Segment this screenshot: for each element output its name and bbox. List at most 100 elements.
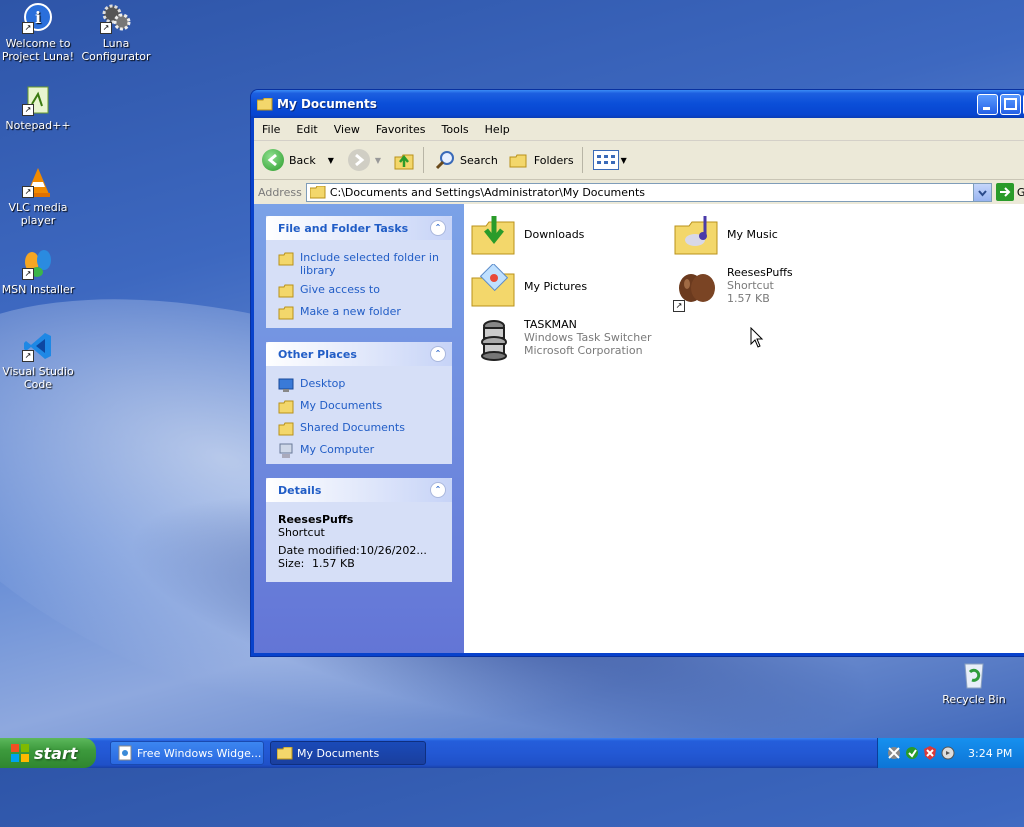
back-dropdown-icon[interactable]: ▼ <box>328 156 334 165</box>
file-item-downloads[interactable]: Downloads <box>470 212 584 260</box>
clock[interactable]: 3:24 PM <box>968 747 1012 760</box>
explorer-window[interactable]: My Documents File Edit View Favorites To… <box>250 89 1024 657</box>
menu-bar: File Edit View Favorites Tools Help <box>254 118 1024 141</box>
taskbar-item-my-documents[interactable]: My Documents <box>270 741 426 765</box>
panel-header[interactable]: Other Places ⌃ <box>266 342 452 366</box>
start-label: start <box>34 743 78 763</box>
browser-page-icon <box>117 745 133 761</box>
back-button[interactable]: Back ▼ <box>262 149 334 171</box>
place-shared-documents[interactable]: Shared Documents <box>266 418 452 440</box>
desktop-icon-label: Configurator <box>81 50 151 63</box>
task-make-new-folder[interactable]: Make a new folder <box>266 302 452 324</box>
menu-help[interactable]: Help <box>477 123 518 136</box>
desktop-icon-label: Recycle Bin <box>942 693 1006 706</box>
reesespuffs-icon: ↗ <box>673 264 721 312</box>
desktop-icon-recycle-bin[interactable]: Recycle Bin <box>936 658 1012 706</box>
go-button[interactable]: Go <box>995 183 1024 201</box>
folders-icon <box>508 149 530 171</box>
desktop-icon-notepadpp[interactable]: ↗ Notepad++ <box>0 84 76 132</box>
taskbar-item-widgets[interactable]: Free Windows Widge... <box>110 741 264 765</box>
desktop-icon-vscode[interactable]: ↗ Visual Studio Code <box>0 330 76 391</box>
info-icon: i ↗ <box>22 2 54 34</box>
tray-update-icon[interactable] <box>904 745 920 761</box>
menu-file[interactable]: File <box>254 123 288 136</box>
place-my-documents[interactable]: My Documents <box>266 396 452 418</box>
forward-button[interactable]: ▼ <box>347 149 381 171</box>
place-desktop[interactable]: Desktop <box>266 374 452 396</box>
svg-text:i: i <box>35 8 41 27</box>
windows-logo-icon <box>10 743 30 763</box>
window-title: My Documents <box>277 97 377 111</box>
menu-favorites[interactable]: Favorites <box>368 123 434 136</box>
folders-button[interactable]: Folders <box>508 149 574 171</box>
desktop-icon-label: VLC media <box>8 201 68 214</box>
recycle-bin-icon <box>958 658 990 690</box>
desktop-icon <box>278 377 294 393</box>
desktop-icon-label: Visual Studio <box>2 365 74 378</box>
window-titlebar[interactable]: My Documents <box>251 90 1024 118</box>
tray-tools-icon[interactable] <box>886 745 902 761</box>
menu-view[interactable]: View <box>326 123 368 136</box>
minimize-button[interactable] <box>977 94 998 115</box>
desktop-icon-label: Welcome to <box>5 37 71 50</box>
desktop-icon-luna-configurator[interactable]: ↗ Luna Configurator <box>78 2 154 63</box>
gears-icon: ↗ <box>100 2 132 34</box>
file-item-my-music[interactable]: My Music <box>673 212 778 260</box>
task-give-access[interactable]: Give access to <box>266 280 452 302</box>
collapse-chevron-icon[interactable]: ⌃ <box>430 346 446 362</box>
panel-header[interactable]: Details ⌃ <box>266 478 452 502</box>
panel-header[interactable]: File and Folder Tasks ⌃ <box>266 216 452 240</box>
tray-volume-icon[interactable] <box>940 745 956 761</box>
file-item-reesespuffs[interactable]: ↗ ReesesPuffs Shortcut 1.57 KB <box>673 264 793 312</box>
system-tray: 3:24 PM <box>877 738 1024 768</box>
file-item-taskman[interactable]: TASKMAN Windows Task Switcher Microsoft … <box>470 316 652 364</box>
collapse-chevron-icon[interactable]: ⌃ <box>430 220 446 236</box>
tray-security-alert-icon[interactable] <box>922 745 938 761</box>
details-size-label: Size: <box>278 557 305 570</box>
desktop-icon-vlc[interactable]: ↗ VLC media player <box>0 166 76 227</box>
downloads-folder-icon <box>470 212 518 260</box>
place-my-computer[interactable]: My Computer <box>266 440 452 462</box>
forward-dropdown-icon[interactable]: ▼ <box>375 156 381 165</box>
views-icon <box>592 150 619 170</box>
up-folder-button[interactable] <box>393 149 415 171</box>
vscode-icon: ↗ <box>22 330 54 362</box>
file-list: Downloads My Music My Pictures ↗ ReesesP… <box>464 204 1024 653</box>
toolbar: Back ▼ ▼ Search Folders ▼ <box>254 141 1024 180</box>
desktop-icon-welcome[interactable]: i ↗ Welcome to Project Luna! <box>0 2 76 63</box>
desktop-icon-msn-installer[interactable]: ↗ MSN Installer <box>0 248 76 296</box>
collapse-chevron-icon[interactable]: ⌃ <box>430 482 446 498</box>
desktop-icon-label: player <box>20 214 56 227</box>
library-folder-icon <box>278 251 294 267</box>
notepad-plus-plus-icon: ↗ <box>22 84 54 116</box>
folders-label: Folders <box>533 153 574 167</box>
maximize-button[interactable] <box>1000 94 1021 115</box>
share-folder-icon <box>278 283 294 299</box>
window-content: File and Folder Tasks ⌃ Include selected… <box>254 204 1024 653</box>
menu-tools[interactable]: Tools <box>434 123 477 136</box>
details-size-value: 1.57 KB <box>312 557 355 570</box>
views-dropdown-icon: ▼ <box>620 155 627 165</box>
search-label: Search <box>460 153 498 167</box>
shortcut-arrow-icon: ↗ <box>22 104 34 116</box>
forward-arrow-icon <box>347 149 370 171</box>
task-include-in-library[interactable]: Include selected folder in library <box>266 248 452 280</box>
menu-edit[interactable]: Edit <box>288 123 325 136</box>
details-panel: Details ⌃ ReesesPuffs Shortcut Date modi… <box>266 478 452 582</box>
desktop-icon-label: Notepad++ <box>5 119 71 132</box>
pictures-folder-icon <box>470 262 518 312</box>
taskbar: start Free Windows Widge... My Documents… <box>0 738 1024 768</box>
go-arrow-icon <box>995 183 1014 201</box>
mouse-cursor-icon <box>750 326 764 352</box>
address-input[interactable]: C:\Documents and Settings\Administrator\… <box>305 182 992 202</box>
back-label: Back <box>289 153 316 167</box>
search-button[interactable]: Search <box>434 149 498 171</box>
address-dropdown-button[interactable] <box>972 183 991 201</box>
task-switcher-icon <box>470 316 518 364</box>
start-button[interactable]: start <box>0 738 96 768</box>
views-button[interactable]: ▼ <box>592 150 627 170</box>
new-folder-icon <box>278 305 294 321</box>
panel-title: Other Places <box>278 347 357 361</box>
toolbar-separator <box>581 147 583 173</box>
file-item-my-pictures[interactable]: My Pictures <box>470 262 587 312</box>
